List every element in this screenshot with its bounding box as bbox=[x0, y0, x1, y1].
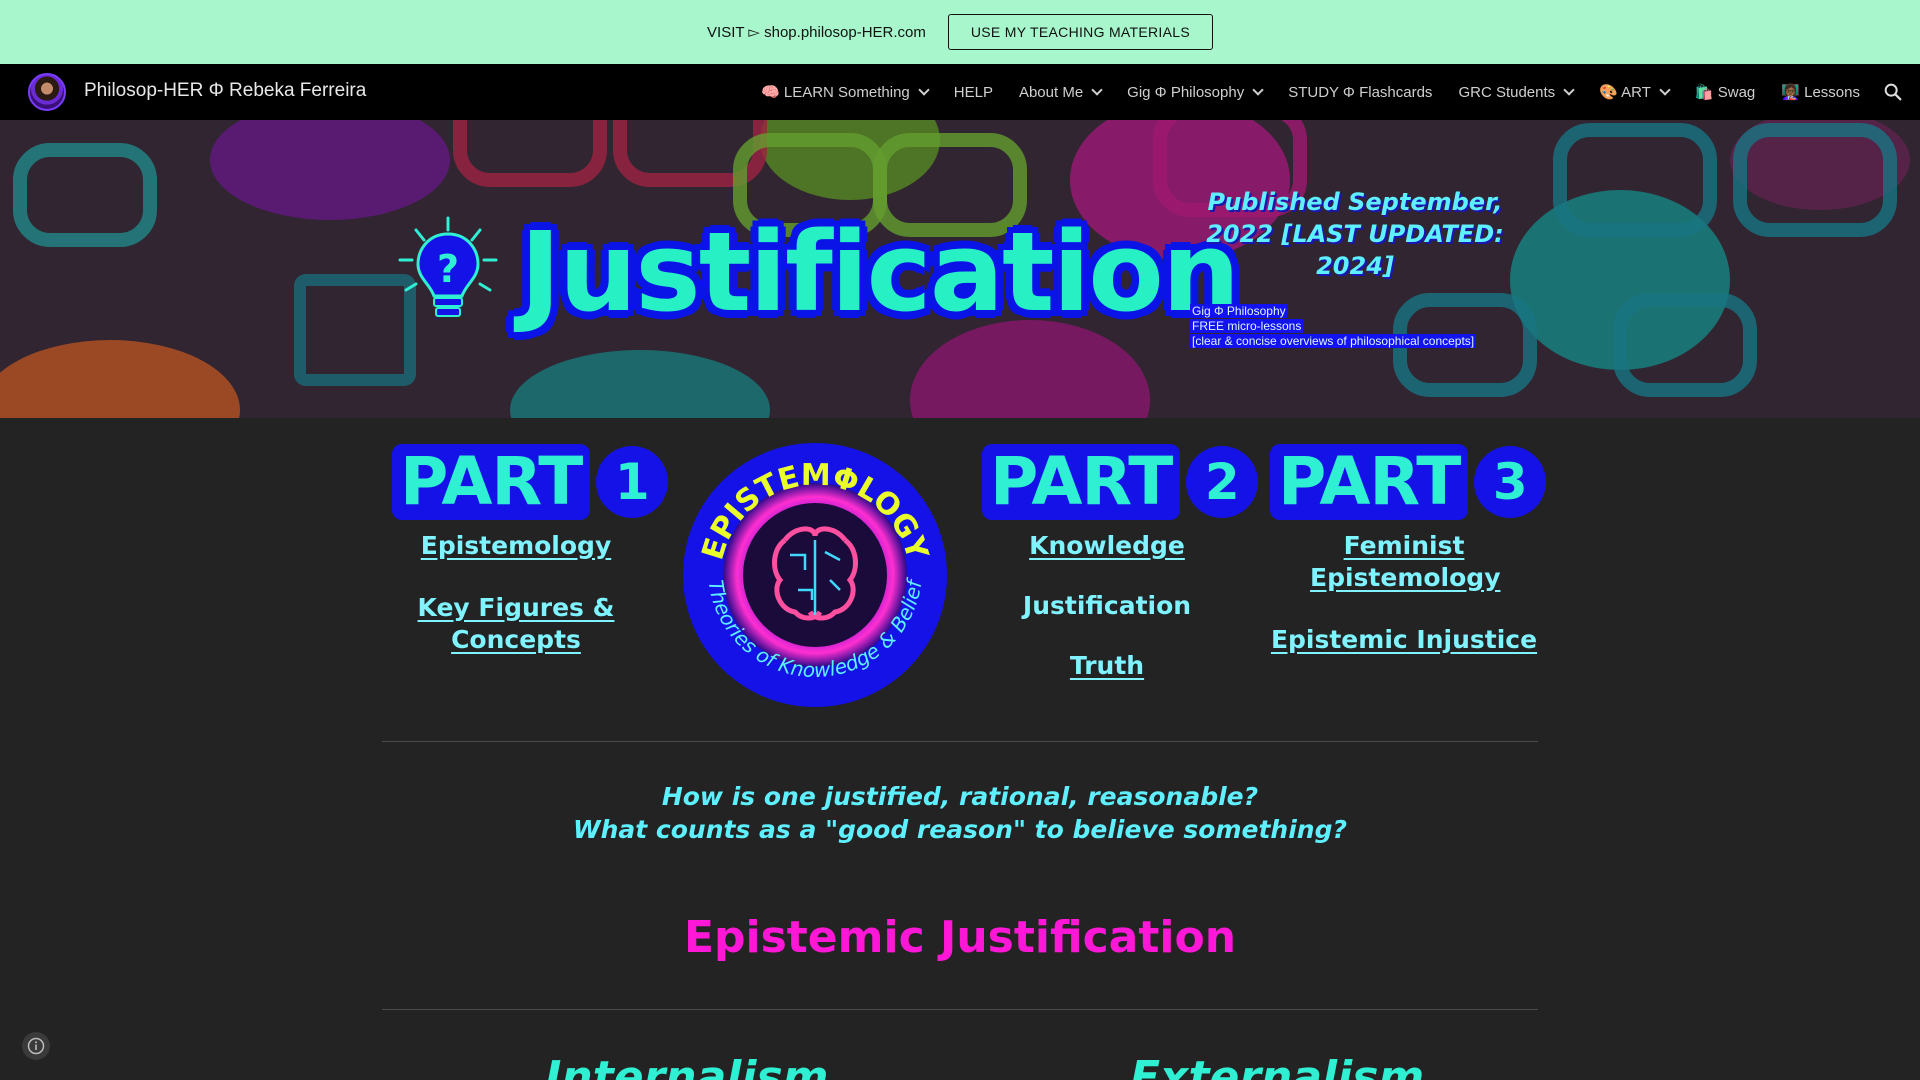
part-3-label: PART bbox=[1270, 444, 1469, 520]
truth-link[interactable]: Truth bbox=[982, 650, 1232, 682]
section-title: Epistemic Justification bbox=[683, 912, 1237, 963]
justification-current: Justification bbox=[1022, 591, 1192, 620]
lightbulb-question-icon: ? bbox=[398, 216, 498, 317]
page-title: Justification bbox=[520, 208, 1240, 336]
divider bbox=[382, 1009, 1538, 1010]
question-line-1: How is one justified, rational, reasonab… bbox=[661, 782, 1259, 811]
nav-item-swag[interactable]: 🛍️ Swag bbox=[1695, 83, 1755, 101]
chevron-down-icon bbox=[1091, 84, 1103, 96]
feminist-epistemology-link[interactable]: Feminist Epistemology bbox=[1270, 530, 1538, 594]
nav-menu: 🧠 LEARN Something HELP About Me Gig Φ Ph… bbox=[761, 64, 1860, 120]
chevron-down-icon bbox=[1252, 84, 1264, 96]
part-1-badge: PART 1 bbox=[392, 444, 669, 520]
info-button[interactable] bbox=[22, 1032, 50, 1060]
chevron-down-icon bbox=[918, 84, 930, 96]
part-3-number: 3 bbox=[1474, 446, 1547, 518]
divider bbox=[382, 741, 1538, 742]
part-1-label: PART bbox=[392, 444, 591, 520]
part-2-label: PART bbox=[982, 444, 1181, 520]
nav-item-about[interactable]: About Me bbox=[1019, 84, 1103, 101]
search-icon[interactable] bbox=[1882, 81, 1904, 103]
epistemology-link[interactable]: Epistemology bbox=[392, 530, 640, 562]
promo-banner: VISIT ▻ shop.philosop-HER.com USE MY TEA… bbox=[0, 0, 1920, 64]
epistemic-injustice-link[interactable]: Epistemic Injustice bbox=[1270, 624, 1538, 656]
part-1-column: PART 1 Epistemology Key Figures & Concep… bbox=[392, 444, 669, 656]
part-3-column: PART 3 Feminist Epistemology Epistemic I… bbox=[1270, 444, 1547, 656]
part-3-badge: PART 3 bbox=[1270, 444, 1547, 520]
part-1-number: 1 bbox=[596, 446, 669, 518]
site-title[interactable]: Philosop-HER Φ Rebeka Ferreira bbox=[84, 80, 366, 102]
part-2-number: 2 bbox=[1186, 446, 1259, 518]
published-date: Published September, 2022 [LAST UPDATED:… bbox=[1206, 188, 1504, 280]
teaching-materials-button[interactable]: USE MY TEACHING MATERIALS bbox=[947, 14, 1213, 50]
nav-item-flashcards[interactable]: STUDY Φ Flashcards bbox=[1288, 84, 1432, 101]
info-icon bbox=[27, 1037, 45, 1055]
question-line-2: What counts as a "good reason" to believ… bbox=[573, 815, 1347, 844]
nav-item-lessons[interactable]: 👩🏾‍🏫 Lessons bbox=[1781, 83, 1860, 101]
top-nav: Philosop-HER Φ Rebeka Ferreira 🧠 LEARN S… bbox=[0, 64, 1920, 120]
knowledge-link[interactable]: Knowledge bbox=[982, 530, 1232, 562]
key-figures-link[interactable]: Key Figures & Concepts bbox=[392, 592, 640, 656]
chevron-down-icon bbox=[1659, 84, 1671, 96]
nav-item-grc-students[interactable]: GRC Students bbox=[1458, 84, 1575, 101]
chevron-down-icon bbox=[1563, 84, 1575, 96]
epistemology-logo: EPISTEMΦLOGY Theories of Knowledge & Bel… bbox=[683, 443, 947, 707]
part-2-column: PART 2 Knowledge Justification Truth bbox=[982, 444, 1259, 682]
nav-item-art[interactable]: 🎨 ART bbox=[1599, 83, 1671, 101]
nav-item-help[interactable]: HELP bbox=[954, 84, 993, 101]
intro-questions: How is one justified, rational, reasonab… bbox=[0, 780, 1920, 846]
nav-item-gig-philosophy[interactable]: Gig Φ Philosophy bbox=[1127, 84, 1264, 101]
hero-banner: ? Justification Published September, 202… bbox=[0, 120, 1920, 418]
micro-line-2: FREE micro-lessons bbox=[1190, 319, 1304, 333]
promo-text[interactable]: VISIT ▻ shop.philosop-HER.com bbox=[707, 23, 926, 41]
part-2-badge: PART 2 bbox=[982, 444, 1259, 520]
micro-line-1: Gig Φ Philosophy bbox=[1190, 304, 1288, 318]
svg-text:?: ? bbox=[437, 247, 459, 291]
nav-item-learn[interactable]: 🧠 LEARN Something bbox=[761, 83, 930, 101]
micro-line-3: [clear & concise overviews of philosophi… bbox=[1190, 334, 1477, 348]
externalism-heading: Externalism bbox=[1130, 1052, 1425, 1080]
avatar[interactable] bbox=[28, 73, 66, 111]
internalism-heading: Internalism bbox=[545, 1052, 829, 1080]
micro-lessons-label: Gig Φ Philosophy FREE micro-lessons [cle… bbox=[1190, 304, 1477, 349]
